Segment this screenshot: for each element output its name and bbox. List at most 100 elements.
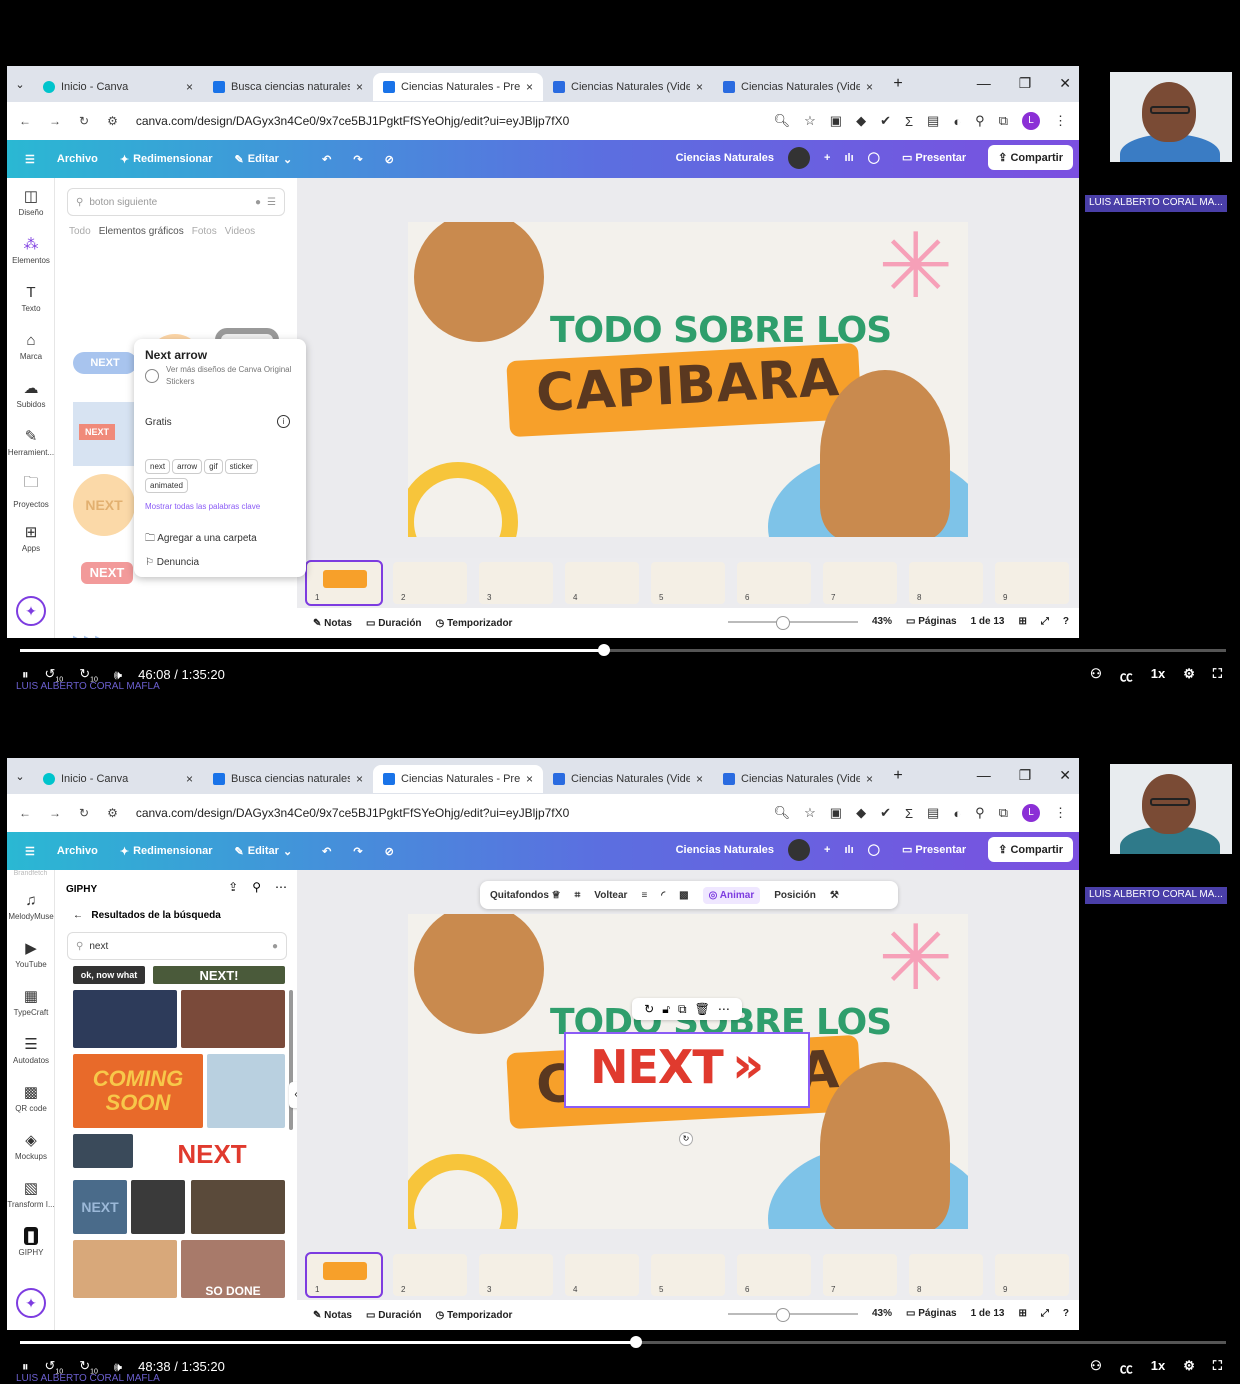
new-tab-icon[interactable]: + [883,767,913,785]
fullscreen-icon[interactable]: ⤢ [1041,616,1049,627]
tab-inicio[interactable]: Inicio - Canva × [33,73,203,101]
close-tab-icon[interactable]: × [526,772,533,786]
gif-result[interactable] [207,1054,285,1128]
timer-button[interactable]: ◷ Temporizador [436,618,513,629]
resize-button[interactable]: ✦ Redimensionar [120,845,213,858]
keyword-chip[interactable]: arrow [172,459,203,474]
puzzle-icon[interactable]: ⧉ [999,113,1008,129]
collaborator-avatar[interactable] [788,146,811,169]
extension-icon[interactable]: ◐ [953,806,961,821]
tab-inicio[interactable]: Inicio - Canva × [33,765,203,793]
extension-icon[interactable]: ◐ [953,114,961,129]
rail-mockups[interactable]: ◈ Mockups [7,1122,55,1170]
close-window-icon[interactable]: ✕ [1059,75,1071,92]
captions-icon[interactable]: ㏄ [1120,1358,1133,1377]
rail-brand[interactable]: ⌂ Marca [7,322,55,370]
audio-description-icon[interactable]: ⚇ [1090,666,1102,685]
thumbnail-page[interactable]: 6 [737,1254,811,1296]
tab-graficos[interactable]: Elementos gráficos [99,226,184,237]
thumbnail-page[interactable]: 7 [823,562,897,604]
minimize-icon[interactable]: — [977,767,991,784]
puzzle-icon[interactable]: ⧉ [999,805,1008,821]
rail-melodymuse[interactable]: ♫ MelodyMuse [7,882,55,930]
more-icon[interactable]: ⋯ [718,1002,730,1016]
help-icon[interactable]: ? [1063,616,1069,627]
search-ext-icon[interactable]: ⚲ [975,113,985,129]
file-menu[interactable]: Archivo [57,845,98,857]
hamburger-icon[interactable]: ☰ [25,845,35,858]
forward-icon[interactable]: → [49,806,61,820]
pin-icon[interactable]: ⚲ [252,880,261,894]
creator-link[interactable]: Ver más diseños de Canva Original Sticke… [166,364,296,388]
thumbnail-page[interactable]: 9 [995,1254,1069,1296]
rail-text[interactable]: T Texto [7,274,55,322]
edit-button[interactable]: ✎ Editar ⌄ [235,845,293,858]
menu-kebab-icon[interactable]: ⋮ [1054,113,1067,129]
thumbnail-page[interactable]: 4 [565,1254,639,1296]
tab-ciencias-video-2[interactable]: Ciencias Naturales (Vide × [713,73,883,101]
tab-search-icon[interactable]: ⌄ [7,770,33,783]
tab-ciencias-pres[interactable]: Ciencias Naturales - Pres × [373,765,543,793]
extension-icon[interactable]: ◆ [856,113,866,129]
thumbnail-page[interactable]: 3 [479,1254,553,1296]
settings-icon[interactable]: ⚙ [1183,666,1195,685]
thumbnail-page[interactable]: 4 [565,562,639,604]
magic-assistant-icon[interactable]: ✦ [16,596,46,626]
fullscreen-icon[interactable]: ⤢ [1041,1308,1049,1319]
show-keywords-link[interactable]: Mostrar todas las palabras clave [145,502,260,511]
giphy-search-input[interactable]: ⚲ next ● [67,932,287,960]
tab-busca[interactable]: Busca ciencias naturales × [203,765,373,793]
gif-result[interactable]: NEXT [139,1134,285,1174]
add-collaborator-icon[interactable]: + [824,844,830,856]
gif-result[interactable] [131,1180,185,1234]
url-text[interactable]: canva.com/design/DAGyx3n4Ce0/9x7ce5BJ1Pg… [136,114,569,128]
tab-todo[interactable]: Todo [69,226,91,237]
fullscreen-icon[interactable]: ⛶ [1213,666,1222,685]
close-tab-icon[interactable]: × [696,772,703,786]
extension-icon[interactable]: ▤ [927,113,939,129]
site-info-icon[interactable]: ⚙ [107,806,118,820]
video-progress-bar[interactable] [20,644,1226,656]
help-icon[interactable]: ? [1063,1308,1069,1319]
add-collaborator-icon[interactable]: + [824,152,830,164]
restore-icon[interactable]: ❐ [1019,767,1032,784]
speed-button[interactable]: 1x [1151,1358,1165,1377]
rail-apps[interactable]: ⊞ Apps [7,514,55,562]
rail-qrcode[interactable]: ▩ QR code [7,1074,55,1122]
gif-result[interactable] [73,1240,177,1298]
crop-icon[interactable]: ⌗ [575,890,581,901]
extension-icon[interactable]: ✔ [880,805,891,821]
tab-busca[interactable]: Busca ciencias naturales × [203,73,373,101]
tab-ciencias-video-2[interactable]: Ciencias Naturales (Vide × [713,765,883,793]
gif-result[interactable]: NEXT [73,1180,127,1234]
collaborator-avatar[interactable] [788,838,811,861]
zoom-level[interactable]: 43% [872,1308,892,1319]
thumbnail-page[interactable]: 5 [651,1254,725,1296]
close-tab-icon[interactable]: × [526,80,533,94]
thumbnail-page[interactable]: 1 [305,560,383,606]
extension-icon[interactable]: ▣ [830,805,842,821]
undo-icon[interactable]: ↶ [322,845,331,858]
report-item[interactable]: ⚐ Denuncia [145,557,199,568]
rail-projects[interactable]: 🗀︎ Proyectos [7,466,55,514]
profile-avatar[interactable]: L [1022,112,1040,130]
pages-button[interactable]: ▭ Páginas [906,616,957,627]
site-info-icon[interactable]: ⚙ [107,114,118,128]
notes-button[interactable]: ✎ Notas [313,1310,352,1321]
tab-search-icon[interactable]: ⌄ [7,78,33,91]
close-tab-icon[interactable]: × [186,80,193,94]
rail-autodatos[interactable]: ☰ Autodatos [7,1026,55,1074]
thumbnail-page[interactable]: 3 [479,562,553,604]
present-button[interactable]: ▭ Presentar [894,837,974,862]
zoom-slider[interactable] [727,615,858,630]
zoom-level[interactable]: 43% [872,616,892,627]
share-button[interactable]: ⇪ Compartir [988,837,1073,862]
keyword-chip[interactable]: animated [145,478,188,493]
redo-icon[interactable]: ↷ [353,153,362,166]
comment-icon[interactable]: ◯ [868,843,880,856]
remove-bg-button[interactable]: Quitafondos ♕ [490,890,561,901]
position-button[interactable]: Posición [774,890,816,901]
gif-result[interactable]: NEXT! [153,966,285,984]
forward-icon[interactable]: → [49,114,61,128]
rotate-icon[interactable]: ↻ [644,1002,654,1016]
